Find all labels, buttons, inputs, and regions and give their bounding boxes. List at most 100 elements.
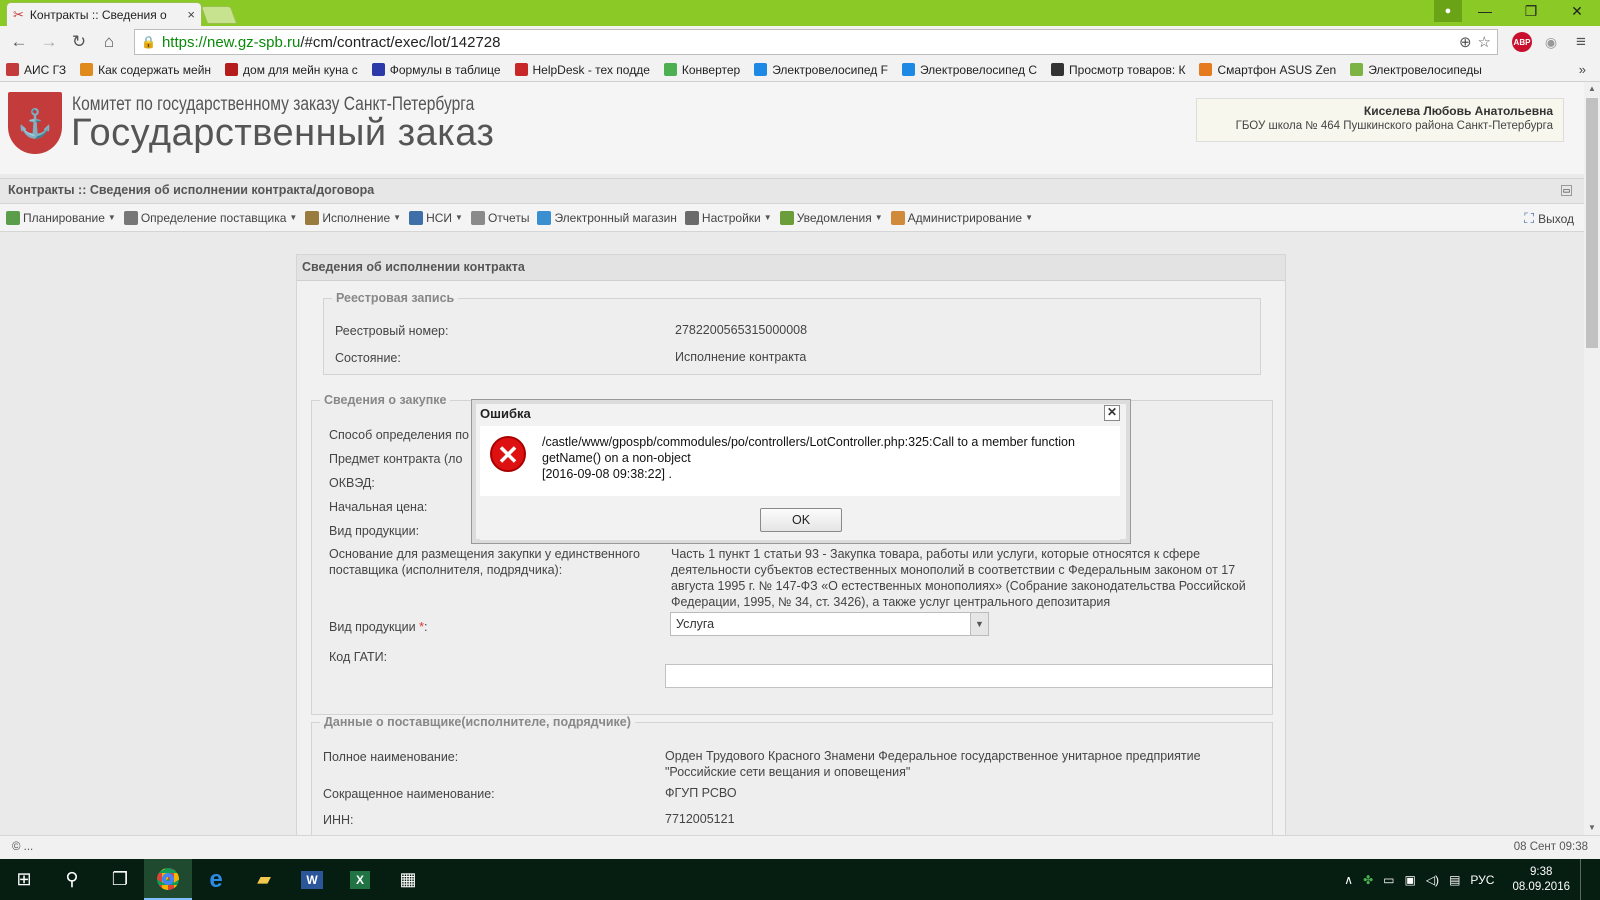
tray-app-icon[interactable]: ✤ [1363,873,1373,887]
chrome-taskbar-icon[interactable] [144,859,192,900]
chevron-down-icon: ▼ [763,213,772,222]
bookmark-item[interactable]: HelpDesk - тех подде [514,63,650,77]
contract-panel: Сведения об исполнении контракта Реестро… [296,254,1286,835]
chevron-down-icon: ▼ [393,213,402,222]
logout-button[interactable]: ⛶ Выход [1524,210,1574,227]
menu-item-label: Настройки [701,210,761,225]
notifications-icon[interactable]: ▤ [1449,873,1460,887]
url-host: https://new.gz-spb.ru [161,33,301,51]
scroll-up-icon[interactable]: ▲ [1584,82,1600,96]
scroll-thumb[interactable] [1586,98,1598,348]
bookmark-label: АИС ГЗ [24,62,67,77]
new-tab-button[interactable] [200,6,238,24]
status-left: © ... [12,841,34,853]
product-type-select[interactable]: Услуга ▼ [670,612,989,636]
tab-close-icon[interactable]: × [187,7,195,22]
bookmark-item[interactable]: Просмотр товаров: К [1051,63,1185,77]
okved-label: ОКВЭД: [329,476,375,490]
product-type2-label-text: Вид продукции [329,620,416,634]
reload-button[interactable]: ↻ [68,31,90,53]
excel-taskbar-icon[interactable]: X [336,859,384,900]
bookmark-item[interactable]: Электровелосипед F [754,63,888,77]
task-view-icon[interactable]: ❐ [96,859,144,900]
user-info-box: Киселева Любовь Анатольевна ГБОУ школа №… [1196,98,1564,142]
minimize-button[interactable]: — [1462,0,1508,22]
edge-taskbar-icon[interactable]: e [192,859,240,900]
profile-icon[interactable]: ● [1434,0,1462,22]
url-text[interactable]: https://new.gz-spb.ru/#cm/contract/exec/… [162,34,1453,51]
clock[interactable]: 9:38 08.09.2016 [1512,865,1570,895]
adblock-extension-icon[interactable]: ABP [1512,32,1532,52]
bookmark-label: Электровелосипед F [772,62,888,77]
collapse-icon[interactable]: ▭ [1561,185,1572,196]
battery-icon[interactable]: ▭ [1383,873,1394,887]
home-button[interactable]: ⌂ [98,31,120,53]
explorer-taskbar-icon[interactable]: ▰ [240,859,288,900]
dialog-header: Ошибка ✕ [476,404,1126,424]
restore-button[interactable]: ❐ [1508,0,1554,22]
site-header: ⚓ Комитет по государственному заказу Сан… [0,82,1584,174]
tray-expand-icon[interactable]: ∧ [1344,873,1353,887]
bookmarks-more-icon[interactable]: » [1579,62,1586,77]
language-indicator[interactable]: РУС [1470,873,1494,887]
word-taskbar-icon[interactable]: W [288,859,336,900]
reg-number-label: Реестровый номер: [335,324,449,338]
extension-icon[interactable]: ◉ [1540,31,1562,53]
browser-titlebar: ✂ Контракты :: Сведения о × ● — ❐ ✕ [0,0,1600,26]
close-window-button[interactable]: ✕ [1554,0,1600,22]
menu-item-icon [890,210,905,225]
bookmark-item[interactable]: Конвертер [663,63,740,77]
menu-item-label: Исполнение [322,210,391,225]
scroll-down-icon[interactable]: ▼ [1584,821,1600,835]
menu-item-icon [779,210,794,225]
menu-item[interactable]: Отчеты [470,210,529,225]
chrome-menu-icon[interactable]: ≡ [1570,31,1592,53]
user-name: Киселева Любовь Анатольевна [1363,104,1553,118]
menu-item-icon [123,210,138,225]
menu-item[interactable]: Электронный магазин [537,210,677,225]
basis-label: Основание для размещения закупки у единс… [329,547,640,577]
ok-button[interactable]: OK [760,508,842,532]
search-icon[interactable]: ⚲ [48,859,96,900]
menu-item[interactable]: Уведомления ▼ [779,210,883,225]
close-icon[interactable]: ✕ [1104,405,1120,421]
required-marker: * [419,620,424,634]
bookmark-star-icon[interactable]: ☆ [1478,33,1491,51]
menu-item[interactable]: Настройки ▼ [684,210,772,225]
bookmark-item[interactable]: Электровелосипеды [1350,63,1482,77]
zoom-icon[interactable]: ⊕ [1459,33,1472,51]
menu-item[interactable]: Определение поставщика ▼ [123,210,297,225]
start-button[interactable]: ⊞ [0,859,48,900]
menu-item[interactable]: Исполнение ▼ [305,210,402,225]
bookmark-favicon-icon [80,63,94,76]
logo-title-text: Государственный заказ [71,112,495,154]
bookmark-label: Просмотр товаров: К [1069,62,1186,77]
inn-value: 7712005121 [665,812,735,826]
bookmark-item[interactable]: дом для мейн куна с [225,63,358,77]
bookmark-item[interactable]: Как содержать мейн [80,63,211,77]
menu-item[interactable]: Планирование ▼ [6,210,116,225]
bookmark-favicon-icon [1051,63,1065,76]
address-bar[interactable]: 🔒 https://new.gz-spb.ru/#cm/contract/exe… [134,29,1498,55]
forward-button[interactable]: → [38,31,60,53]
browser-tab[interactable]: ✂ Контракты :: Сведения о × [6,2,202,26]
show-desktop-button[interactable] [1580,859,1586,900]
chevron-down-icon[interactable]: ▼ [970,613,988,635]
network-icon[interactable]: ▣ [1404,873,1415,887]
bookmark-item[interactable]: Смартфон ASUS Zen [1199,63,1336,77]
product-type-select-value: Услуга [676,617,715,631]
back-button[interactable]: ← [8,31,30,53]
bookmark-label: дом для мейн куна с [243,62,358,77]
volume-icon[interactable]: ◁) [1426,873,1439,887]
gati-input[interactable] [665,664,1273,688]
menu-item-icon [684,210,699,225]
menu-item[interactable]: НСИ ▼ [409,210,463,225]
bookmark-favicon-icon [1199,63,1213,76]
bookmark-item[interactable]: Электровелосипед С [901,63,1037,77]
menu-item[interactable]: Администрирование ▼ [890,210,1033,225]
bookmark-item[interactable]: АИС ГЗ [6,63,66,77]
page-scrollbar[interactable]: ▲ ▼ [1584,82,1600,835]
calculator-taskbar-icon[interactable]: ▦ [384,859,432,900]
window-controls: ● — ❐ ✕ [1434,0,1600,22]
bookmark-item[interactable]: Формулы в таблице [371,63,501,77]
